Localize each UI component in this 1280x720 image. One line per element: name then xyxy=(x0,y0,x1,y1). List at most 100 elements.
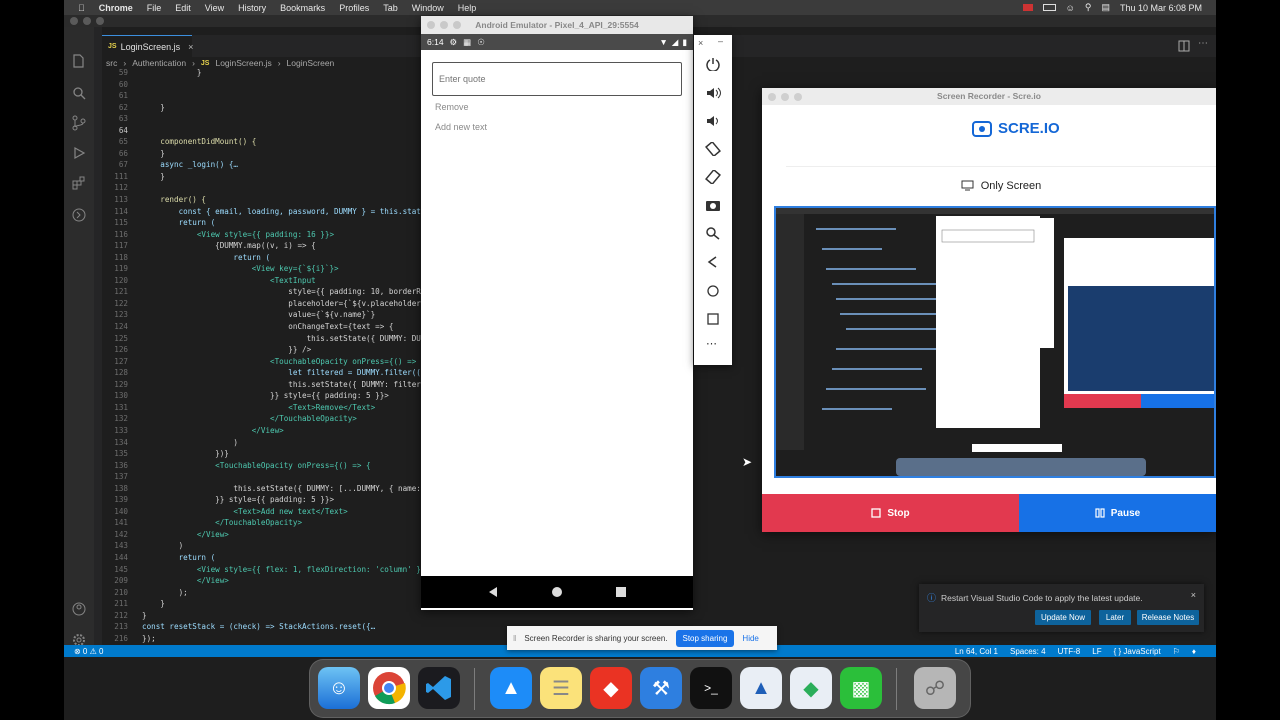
apple-icon[interactable]:  xyxy=(78,3,85,13)
xcode-icon[interactable]: ⚒ xyxy=(640,667,682,709)
tab-loginscreen[interactable]: JS LoginScreen.js × xyxy=(102,35,193,57)
messages-icon[interactable]: ▩ xyxy=(840,667,882,709)
later-button[interactable]: Later xyxy=(1099,610,1131,625)
wifi-icon[interactable]: ☺ xyxy=(1066,3,1075,13)
remove-button[interactable]: Remove xyxy=(435,102,469,112)
release-notes-button[interactable]: Release Notes xyxy=(1137,610,1199,625)
line-number: 62 xyxy=(118,102,128,112)
finder-icon[interactable]: ☺ xyxy=(318,667,360,709)
recorder-title: Screen Recorder - Scre.io xyxy=(762,88,1216,105)
indentation[interactable]: Spaces: 4 xyxy=(1010,647,1046,656)
code-line[interactable]: 213 const resetStack = (check) => StackAc… xyxy=(102,621,482,633)
back-icon[interactable] xyxy=(705,255,721,269)
menu-edit[interactable]: Edit xyxy=(175,3,191,13)
menu-tab[interactable]: Tab xyxy=(383,3,398,13)
hide-button[interactable]: Hide xyxy=(742,634,758,643)
feedback-icon[interactable]: ⚐ xyxy=(1173,647,1180,656)
menu-file[interactable]: File xyxy=(147,3,162,13)
explorer-icon[interactable] xyxy=(71,53,87,69)
line-number: 126 xyxy=(114,345,128,355)
back-icon[interactable] xyxy=(487,586,499,598)
line-number: 133 xyxy=(114,425,128,435)
search-icon[interactable] xyxy=(71,85,87,101)
line-number: 64 xyxy=(118,125,128,135)
account-icon[interactable] xyxy=(71,601,87,617)
extensions-icon[interactable] xyxy=(71,175,87,191)
run-debug-icon[interactable] xyxy=(71,145,87,161)
language-mode[interactable]: { } JavaScript xyxy=(1114,647,1161,656)
close-icon[interactable]: × xyxy=(188,42,193,52)
pause-button[interactable]: Pause xyxy=(1019,494,1216,532)
rotate-left-icon[interactable] xyxy=(705,142,721,156)
notes-icon[interactable]: ☰ xyxy=(540,667,582,709)
power-icon[interactable] xyxy=(705,57,721,71)
camera-icon[interactable] xyxy=(705,198,721,212)
volume-down-icon[interactable] xyxy=(705,114,721,128)
recorder-window-controls[interactable] xyxy=(768,93,802,101)
problems-count[interactable]: ⊗ 0 ⚠ 0 xyxy=(64,647,103,656)
vscode-icon[interactable] xyxy=(418,667,460,709)
code-text: const resetStack = (check) => StackActio… xyxy=(142,622,376,632)
trash-icon[interactable]: ☍ xyxy=(914,667,956,709)
android-studio-icon[interactable]: ◆ xyxy=(790,667,832,709)
overview-icon[interactable] xyxy=(705,312,721,326)
stop-sharing-button[interactable]: Stop sharing xyxy=(675,629,735,647)
code-text: <View key={`${i}`}> xyxy=(142,264,339,274)
code-line[interactable]: 212} xyxy=(102,610,482,622)
flag-icon[interactable] xyxy=(1022,4,1033,11)
split-editor-icon[interactable] xyxy=(1178,40,1190,52)
stop-button[interactable]: Stop xyxy=(762,494,1019,532)
close-icon[interactable]: × xyxy=(698,38,703,48)
menu-app-name[interactable]: Chrome xyxy=(99,3,133,13)
quote-input[interactable] xyxy=(432,62,682,96)
battery-icon[interactable] xyxy=(1042,4,1056,11)
menubar-clock[interactable]: Thu 10 Mar 6:08 PM xyxy=(1120,3,1202,13)
encoding[interactable]: UTF-8 xyxy=(1058,647,1081,656)
menu-history[interactable]: History xyxy=(238,3,266,13)
update-now-button[interactable]: Update Now xyxy=(1035,610,1091,625)
search-icon[interactable]: ⚲ xyxy=(1085,2,1092,13)
line-number: 59 xyxy=(118,68,128,77)
line-number: 127 xyxy=(114,356,128,366)
add-new-text-button[interactable]: Add new text xyxy=(435,122,487,132)
recents-icon[interactable] xyxy=(615,586,627,598)
minimize-icon[interactable]: – xyxy=(718,36,723,46)
rotate-right-icon[interactable] xyxy=(705,170,721,184)
source-control-icon[interactable] xyxy=(71,115,87,131)
code-line[interactable]: 216}); xyxy=(102,633,482,645)
menu-view[interactable]: View xyxy=(205,3,224,13)
code-text: <TouchableOpacity onPress={() => { xyxy=(142,460,371,470)
chrome-icon[interactable] xyxy=(368,667,410,709)
line-number: 139 xyxy=(114,495,128,505)
anydesk-icon[interactable]: ◆ xyxy=(590,667,632,709)
more-icon[interactable]: ⋯ xyxy=(706,337,717,350)
recording-mode-selector[interactable]: Only Screen xyxy=(786,166,1216,204)
menu-bookmarks[interactable]: Bookmarks xyxy=(280,3,325,13)
line-ending[interactable]: LF xyxy=(1092,647,1101,656)
menu-window[interactable]: Window xyxy=(412,3,444,13)
terminal-icon[interactable]: >_ xyxy=(690,667,732,709)
zoom-icon[interactable] xyxy=(705,226,721,240)
home-icon[interactable] xyxy=(551,586,563,598)
close-icon[interactable]: × xyxy=(1191,590,1196,600)
volume-up-icon[interactable] xyxy=(705,86,721,100)
emulator-window-controls[interactable] xyxy=(427,21,461,29)
notifications-bell-icon[interactable]: ♦ xyxy=(1192,647,1196,656)
line-number: 121 xyxy=(114,287,128,297)
line-number: 60 xyxy=(118,79,128,89)
drag-handle-icon[interactable]: ‖ xyxy=(513,634,516,643)
vscode-window-controls[interactable] xyxy=(70,17,104,25)
testflight-icon[interactable]: ▲ xyxy=(740,667,782,709)
more-actions-icon[interactable]: ⋯ xyxy=(1198,38,1208,49)
cursor-position[interactable]: Ln 64, Col 1 xyxy=(955,647,998,656)
code-text: }); xyxy=(142,633,156,643)
app-store-dev-icon[interactable]: ▲ xyxy=(490,667,532,709)
home-icon[interactable] xyxy=(705,284,721,298)
code-text: </View> xyxy=(142,425,284,435)
control-center-icon[interactable]: ▤ xyxy=(1101,2,1110,13)
menu-profiles[interactable]: Profiles xyxy=(339,3,369,13)
code-text: const { email, loading, password, DUMMY … xyxy=(142,206,421,216)
screen-preview xyxy=(774,206,1216,478)
remote-icon[interactable] xyxy=(71,207,87,223)
menu-help[interactable]: Help xyxy=(458,3,477,13)
